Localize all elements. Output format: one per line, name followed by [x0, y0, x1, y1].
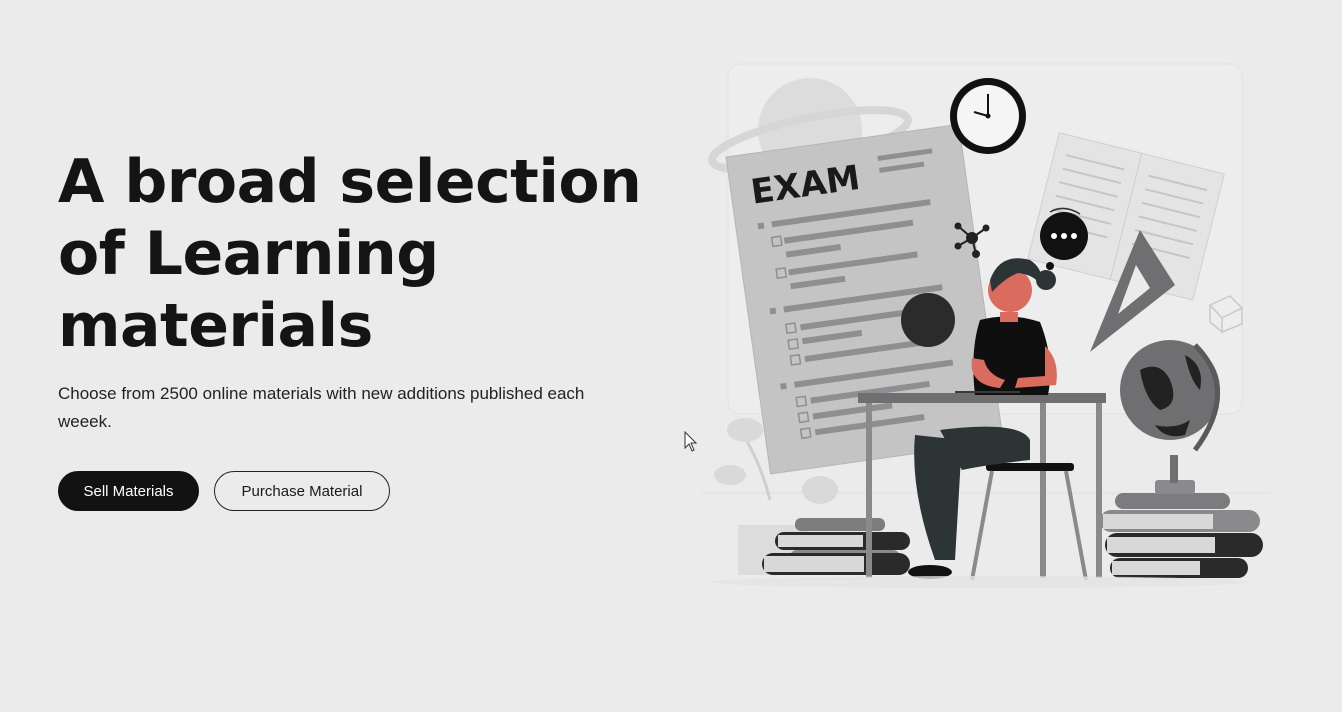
hero-headline: A broad selection of Learning materials	[58, 146, 658, 362]
hero-buttons: Sell Materials Purchase Material	[58, 471, 390, 511]
headline-line-3: materials	[58, 291, 373, 361]
book-stack-right	[1100, 493, 1263, 578]
exam-paper: EXAM	[725, 123, 1004, 475]
mouse-cursor-icon	[684, 431, 698, 452]
hero-subtitle: Choose from 2500 online materials with n…	[58, 384, 585, 431]
clock-icon	[950, 78, 1026, 154]
purchase-material-button[interactable]: Purchase Material	[214, 471, 390, 511]
sell-materials-button[interactable]: Sell Materials	[58, 471, 199, 511]
student-exam-illustration: EXAM	[700, 63, 1270, 588]
headline-line-2: of Learning	[58, 219, 439, 289]
globe-icon	[1120, 340, 1220, 494]
hero-section: A broad selection of Learning materials …	[58, 146, 658, 436]
dark-sphere	[901, 293, 955, 347]
chair	[970, 463, 1088, 581]
headline-line-1: A broad selection	[58, 147, 642, 217]
